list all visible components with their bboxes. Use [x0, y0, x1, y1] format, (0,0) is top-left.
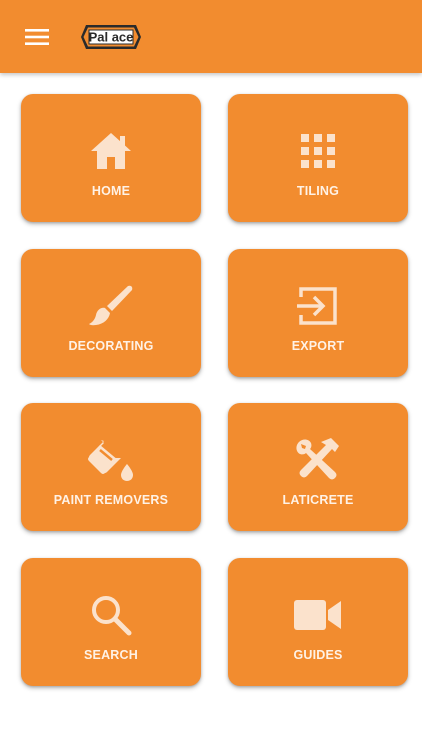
tile-label: SEARCH	[84, 648, 138, 662]
home-icon	[91, 133, 131, 169]
export-icon	[297, 287, 337, 325]
tile-paint-removers[interactable]: PAINT REMOVERS	[21, 403, 201, 531]
svg-text:Pal ace: Pal ace	[89, 30, 134, 45]
tile-search[interactable]: SEARCH	[21, 558, 201, 686]
tile-label: GUIDES	[293, 648, 343, 662]
app-bar: Pal ace	[0, 0, 422, 73]
paint-bucket-icon	[88, 440, 133, 481]
tile-tiling[interactable]: TILING	[228, 94, 408, 222]
tile-label: EXPORT	[291, 339, 345, 353]
paintbrush-icon	[89, 285, 133, 326]
tile-label: TILING	[296, 184, 340, 198]
tile-laticrete[interactable]: LATICRETE	[228, 403, 408, 531]
grid-icon	[301, 134, 335, 168]
tile-label: LATICRETE	[282, 493, 354, 507]
tile-guides[interactable]: GUIDES	[228, 558, 408, 686]
tile-home[interactable]: HOME	[21, 94, 201, 222]
tile-label: DECORATING	[68, 339, 154, 353]
tile-decorating[interactable]: DECORATING	[21, 249, 201, 377]
palace-logo[interactable]: Pal ace	[80, 21, 142, 53]
menu-button[interactable]	[16, 19, 58, 55]
video-camera-icon	[294, 600, 341, 630]
tile-label: HOME	[91, 184, 131, 198]
tile-label: PAINT REMOVERS	[53, 493, 169, 507]
search-icon	[92, 596, 132, 636]
hamburger-menu-icon	[25, 29, 49, 45]
tools-icon	[296, 438, 339, 480]
tile-export[interactable]: EXPORT	[228, 249, 408, 377]
